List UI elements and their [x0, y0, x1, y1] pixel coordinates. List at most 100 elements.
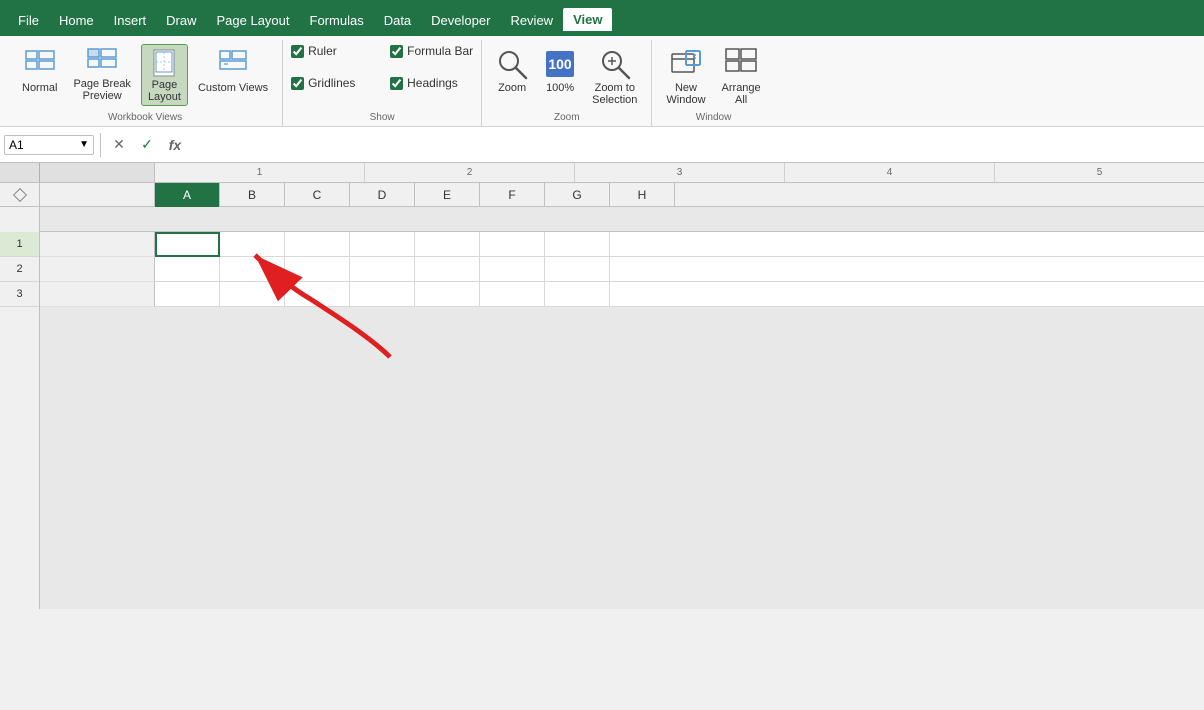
menu-data[interactable]: Data: [374, 9, 421, 32]
cell-C1[interactable]: [285, 232, 350, 257]
confirm-formula-btn[interactable]: ✓: [135, 133, 159, 157]
col-header-B[interactable]: B: [220, 183, 285, 207]
btn-custom-views-label: Custom Views: [198, 82, 268, 94]
cell-G2[interactable]: [545, 257, 610, 282]
gridlines-checkbox[interactable]: [291, 77, 304, 90]
cell-reference: A1: [9, 138, 24, 152]
cell-C2[interactable]: [285, 257, 350, 282]
menu-home[interactable]: Home: [49, 9, 104, 32]
btn-arrange-all-label: ArrangeAll: [722, 82, 761, 106]
menu-bar: File Home Insert Draw Page Layout Formul…: [0, 4, 1204, 36]
row-num-spacer: [0, 207, 39, 232]
formula-bar-checkbox[interactable]: [390, 45, 403, 58]
cell-D3[interactable]: [350, 282, 415, 307]
cell-A3[interactable]: [155, 282, 220, 307]
page-layout-icon: [148, 49, 180, 77]
ribbon-group-content-views: Normal Page BreakPreview: [16, 40, 274, 110]
formula-input[interactable]: [191, 136, 1200, 154]
headings-checkbox[interactable]: [390, 77, 403, 90]
cell-H3[interactable]: [610, 282, 1204, 307]
btn-zoom-selection[interactable]: Zoom toSelection: [586, 44, 643, 106]
name-box[interactable]: A1 ▼: [4, 135, 94, 155]
cell-B2[interactable]: [220, 257, 285, 282]
col-spacer: [40, 183, 155, 206]
ribbon-group-content-show: Ruler Formula Bar Gridlines Headings: [291, 40, 473, 110]
check-formula-bar[interactable]: Formula Bar: [390, 44, 473, 58]
grid-row-3: [40, 282, 1204, 307]
page-content: [40, 232, 1204, 307]
menu-insert[interactable]: Insert: [104, 9, 157, 32]
corner-arrow: [12, 187, 26, 201]
formula-bar-label: Formula Bar: [407, 44, 473, 58]
cell-F1[interactable]: [480, 232, 545, 257]
ribbon-group-zoom: Zoom 100 100%: [482, 40, 652, 126]
btn-zoom[interactable]: Zoom: [490, 44, 534, 106]
cell-G3[interactable]: [545, 282, 610, 307]
insert-function-btn[interactable]: fx: [163, 133, 187, 157]
btn-page-break[interactable]: Page BreakPreview: [67, 44, 136, 106]
ruler-checkbox[interactable]: [291, 45, 304, 58]
grid-area: 1 2 3: [0, 207, 1204, 609]
col-header-C[interactable]: C: [285, 183, 350, 207]
check-headings[interactable]: Headings: [390, 76, 473, 90]
col-header-D[interactable]: D: [350, 183, 415, 207]
cancel-formula-btn[interactable]: ✕: [107, 133, 131, 157]
cell-A1[interactable]: [155, 232, 220, 257]
col-header-F[interactable]: F: [480, 183, 545, 207]
col-header-E[interactable]: E: [415, 183, 480, 207]
btn-new-window[interactable]: NewWindow: [660, 44, 711, 106]
row-num-2[interactable]: 2: [0, 257, 39, 282]
cell-C3[interactable]: [285, 282, 350, 307]
btn-page-layout[interactable]: PageLayout: [141, 44, 188, 106]
corner-cell: [0, 183, 40, 206]
cell-G1[interactable]: [545, 232, 610, 257]
col-header-H[interactable]: H: [610, 183, 675, 207]
check-ruler[interactable]: Ruler: [291, 44, 374, 58]
cell-B1[interactable]: [220, 232, 285, 257]
headings-label: Headings: [407, 76, 458, 90]
zoom-selection-icon: [599, 48, 631, 80]
col-header-G[interactable]: G: [545, 183, 610, 207]
row-num-1[interactable]: 1: [0, 232, 39, 257]
btn-zoom-100[interactable]: 100 100%: [538, 44, 582, 106]
menu-file[interactable]: File: [8, 9, 49, 32]
btn-page-break-label: Page BreakPreview: [73, 78, 130, 102]
menu-formulas[interactable]: Formulas: [300, 9, 374, 32]
grid-content: [40, 207, 1204, 609]
check-gridlines[interactable]: Gridlines: [291, 76, 374, 90]
btn-custom-views[interactable]: Custom Views: [192, 44, 274, 106]
zoom-icon: [496, 48, 528, 80]
cell-F2[interactable]: [480, 257, 545, 282]
menu-page-layout[interactable]: Page Layout: [207, 9, 300, 32]
cell-D1[interactable]: [350, 232, 415, 257]
menu-review[interactable]: Review: [500, 9, 563, 32]
zoom-100-icon: 100: [544, 48, 576, 80]
cell-H2[interactable]: [610, 257, 1204, 282]
grid-row-2: [40, 257, 1204, 282]
ruler-ticks: 1 2 3 4 5: [155, 163, 1204, 182]
ruler-label: Ruler: [308, 44, 337, 58]
cell-E1[interactable]: [415, 232, 480, 257]
btn-normal[interactable]: Normal: [16, 44, 63, 106]
btn-zoom-selection-label: Zoom toSelection: [592, 82, 637, 106]
ruler-tick-4: 4: [785, 163, 995, 182]
formula-bar: A1 ▼ ✕ ✓ fx: [0, 127, 1204, 163]
cell-B3[interactable]: [220, 282, 285, 307]
menu-view[interactable]: View: [563, 8, 612, 33]
cell-A2[interactable]: [155, 257, 220, 282]
ruler-corner: [0, 163, 40, 182]
menu-developer[interactable]: Developer: [421, 9, 500, 32]
cell-F3[interactable]: [480, 282, 545, 307]
menu-draw[interactable]: Draw: [156, 9, 206, 32]
col-header-A[interactable]: A: [155, 183, 220, 207]
cell-H1[interactable]: [610, 232, 1204, 257]
grid-row-1: [40, 232, 1204, 257]
cell-E2[interactable]: [415, 257, 480, 282]
btn-normal-label: Normal: [22, 82, 57, 94]
ribbon-group-content-zoom: Zoom 100 100%: [490, 40, 643, 110]
cell-D2[interactable]: [350, 257, 415, 282]
cell-E3[interactable]: [415, 282, 480, 307]
row-num-3[interactable]: 3: [0, 282, 39, 307]
btn-arrange-all[interactable]: ArrangeAll: [716, 44, 767, 106]
ruler-row: 1 2 3 4 5: [0, 163, 1204, 183]
